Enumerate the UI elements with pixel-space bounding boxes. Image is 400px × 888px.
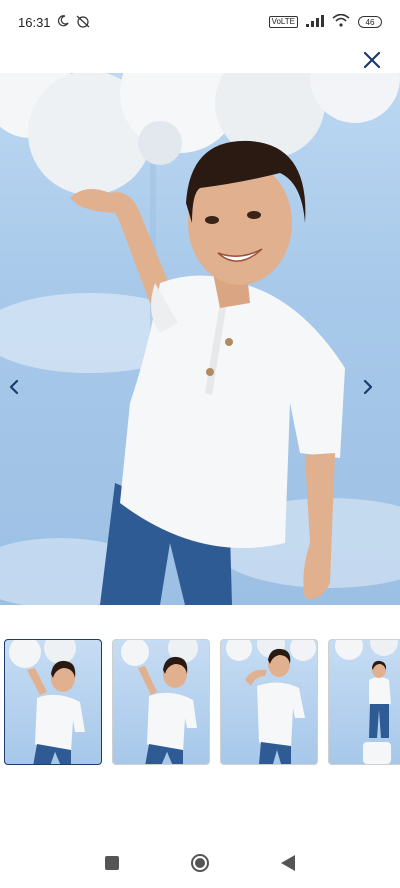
wifi-icon bbox=[332, 13, 350, 30]
thumbnail-photo bbox=[226, 640, 316, 764]
back-button[interactable] bbox=[276, 851, 300, 875]
product-photo bbox=[0, 73, 400, 605]
thumbnail-4[interactable] bbox=[328, 639, 400, 765]
next-image-button[interactable] bbox=[362, 379, 386, 403]
back-icon bbox=[281, 855, 295, 871]
thumbnail-3[interactable] bbox=[220, 639, 318, 765]
recents-icon bbox=[105, 856, 119, 870]
thumbnail-photo bbox=[121, 640, 198, 764]
close-icon bbox=[363, 51, 381, 69]
moon-icon bbox=[57, 14, 69, 30]
system-nav-bar bbox=[0, 838, 400, 888]
thumbnail-strip[interactable] bbox=[0, 639, 400, 767]
home-button[interactable] bbox=[188, 851, 212, 875]
close-button[interactable] bbox=[362, 50, 382, 70]
alarm-off-icon bbox=[75, 14, 91, 31]
product-image-main[interactable] bbox=[0, 73, 400, 605]
recents-button[interactable] bbox=[100, 851, 124, 875]
thumbnail-1[interactable] bbox=[4, 639, 102, 765]
home-icon bbox=[191, 854, 209, 872]
thumbnail-photo bbox=[9, 640, 85, 764]
signal-icon bbox=[306, 14, 324, 30]
chevron-right-icon bbox=[363, 379, 373, 395]
volte-badge: VoLTE bbox=[268, 16, 298, 28]
status-bar: 16:31 VoLTE 46 bbox=[0, 0, 400, 44]
status-time: 16:31 bbox=[18, 14, 51, 30]
battery-indicator: 46 bbox=[358, 16, 382, 28]
thumbnail-2[interactable] bbox=[112, 639, 210, 765]
status-left: 16:31 bbox=[18, 14, 91, 31]
prev-image-button[interactable] bbox=[8, 379, 32, 403]
thumbnail-photo bbox=[335, 640, 398, 764]
chevron-left-icon bbox=[9, 379, 19, 395]
status-right: VoLTE 46 bbox=[268, 13, 382, 30]
